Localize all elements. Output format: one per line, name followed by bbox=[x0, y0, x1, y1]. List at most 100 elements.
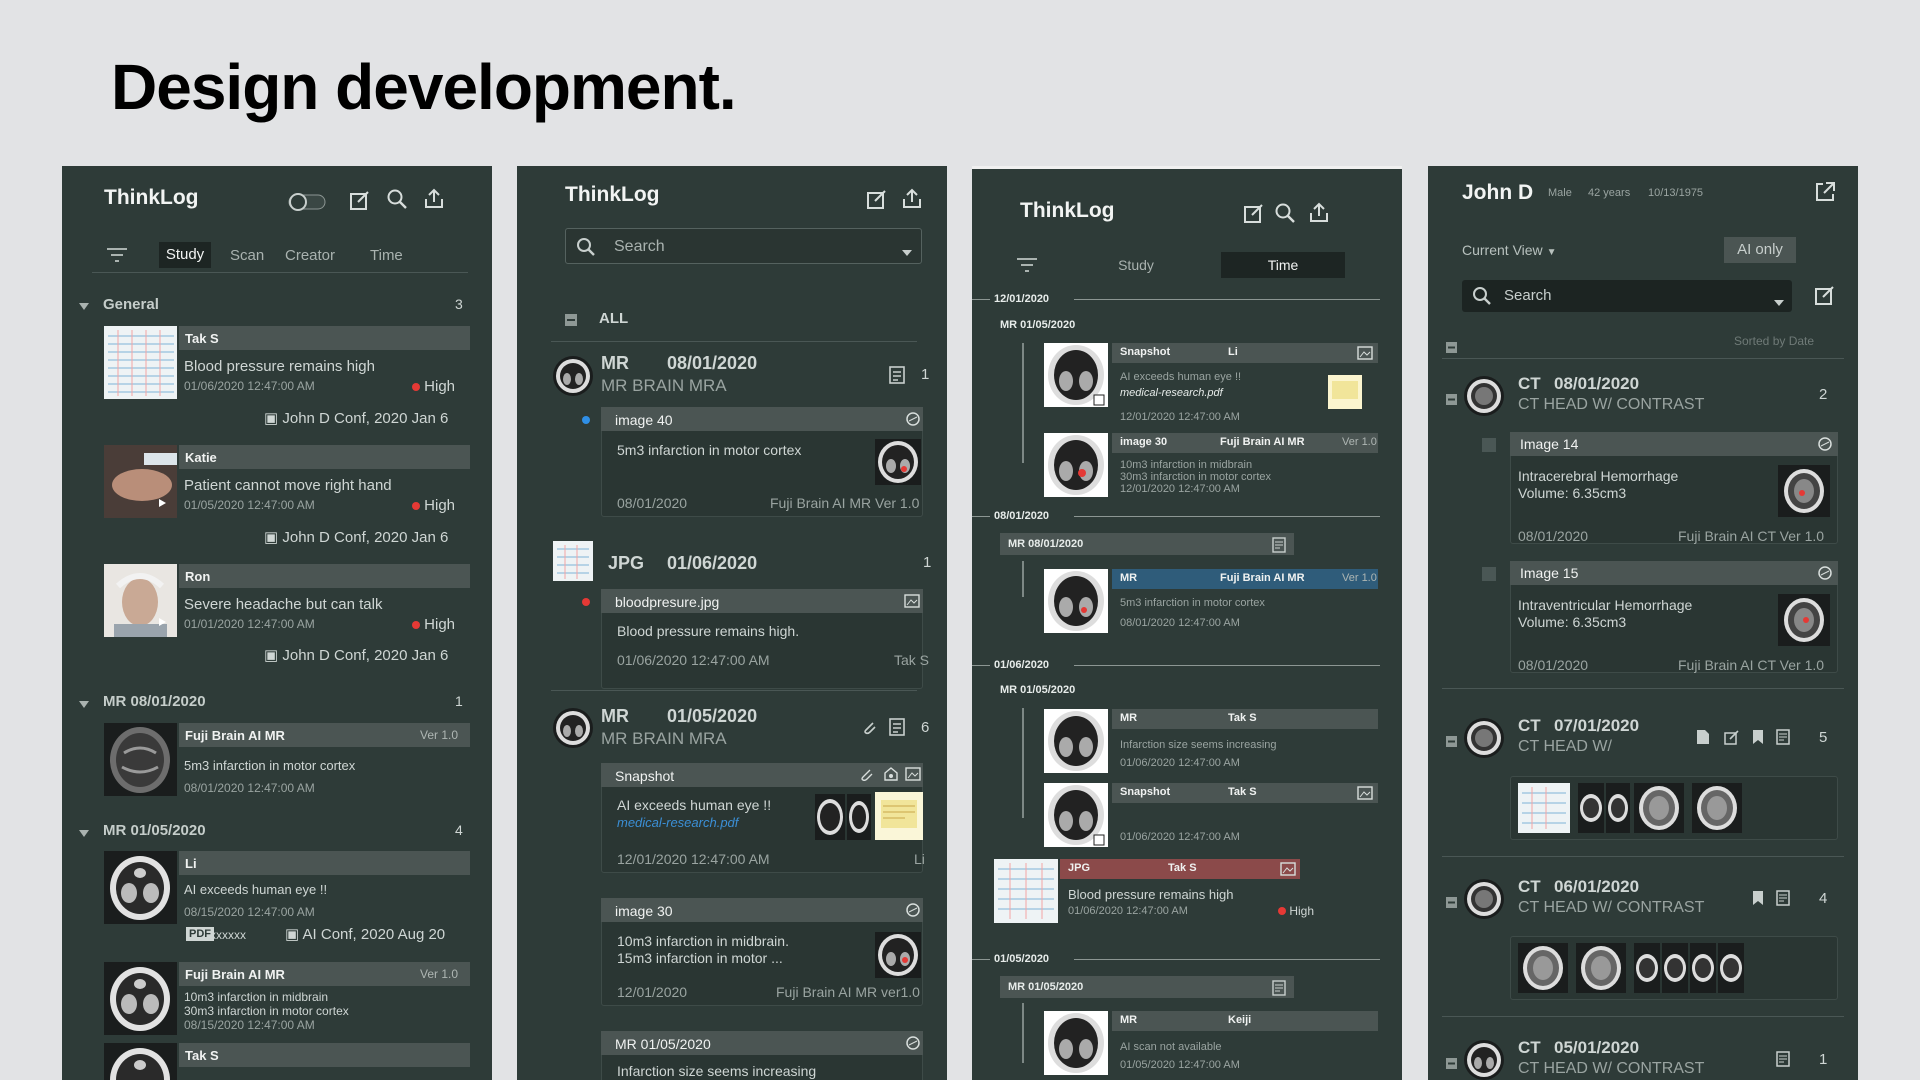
ct-thumbnail[interactable] bbox=[1606, 783, 1630, 833]
search-input[interactable]: Search bbox=[565, 228, 922, 264]
chevron-down-icon[interactable] bbox=[902, 243, 912, 259]
share-icon[interactable] bbox=[422, 187, 446, 214]
chevron-down-icon[interactable] bbox=[1774, 293, 1784, 309]
tab-time[interactable]: Time bbox=[370, 247, 403, 264]
sort-label[interactable]: Sorted by Date bbox=[1734, 334, 1814, 348]
ct-thumbnail[interactable] bbox=[1690, 943, 1716, 993]
collapse-icon[interactable] bbox=[1446, 895, 1457, 911]
ct-thumbnail[interactable] bbox=[1044, 709, 1108, 773]
collapse-icon[interactable] bbox=[78, 826, 90, 842]
tab-scan[interactable]: Scan bbox=[230, 247, 264, 264]
search-icon[interactable] bbox=[1274, 202, 1296, 227]
conference-link[interactable]: ▣ AI Conf, 2020 Aug 20 bbox=[285, 925, 445, 943]
entry-author[interactable]: Katie bbox=[179, 445, 470, 469]
toggle-icon[interactable] bbox=[288, 192, 326, 215]
entry-author[interactable]: Tak S bbox=[179, 1043, 470, 1067]
conference-link[interactable]: ▣ John D Conf, 2020 Jan 6 bbox=[264, 409, 448, 427]
document-thumbnail[interactable] bbox=[104, 326, 177, 399]
entry-author[interactable]: Li bbox=[179, 851, 470, 875]
ct-thumbnail[interactable] bbox=[847, 794, 871, 840]
edit-icon[interactable] bbox=[1242, 201, 1266, 228]
ct-thumbnail[interactable] bbox=[1778, 594, 1830, 646]
ct-thumbnail[interactable] bbox=[553, 708, 593, 748]
ct-thumbnail[interactable] bbox=[1576, 943, 1626, 993]
bookmark-icon[interactable] bbox=[1752, 890, 1764, 909]
ct-thumbnail[interactable] bbox=[1464, 879, 1504, 919]
ct-thumbnail[interactable] bbox=[1518, 943, 1568, 993]
current-view-dropdown[interactable]: Current View ▼ bbox=[1462, 242, 1556, 258]
ct-thumbnail[interactable] bbox=[1044, 343, 1108, 407]
ct-thumbnail[interactable] bbox=[875, 932, 921, 978]
ct-thumbnail[interactable] bbox=[1718, 943, 1744, 993]
edit-icon[interactable] bbox=[1724, 729, 1740, 748]
ct-thumbnail[interactable] bbox=[1464, 718, 1504, 758]
ct-thumbnail[interactable] bbox=[1044, 1011, 1108, 1075]
document-thumbnail[interactable] bbox=[553, 541, 593, 581]
tab-creator[interactable]: Creator bbox=[285, 247, 335, 264]
tab-study[interactable]: Study bbox=[1074, 252, 1198, 278]
collapse-icon[interactable] bbox=[1446, 392, 1457, 408]
document-thumbnail[interactable] bbox=[1518, 783, 1570, 833]
collapse-all-icon[interactable] bbox=[1446, 340, 1457, 356]
pdf-thumbnail[interactable] bbox=[1328, 375, 1362, 409]
share-icon[interactable] bbox=[1307, 201, 1331, 228]
report-icon[interactable] bbox=[889, 366, 905, 387]
edit-icon[interactable] bbox=[348, 188, 372, 215]
video-thumbnail[interactable] bbox=[104, 445, 177, 518]
ct-thumbnail[interactable] bbox=[1634, 783, 1684, 833]
video-thumbnail[interactable] bbox=[104, 564, 177, 637]
ct-thumbnail[interactable] bbox=[1044, 783, 1108, 847]
ct-thumbnail[interactable] bbox=[1692, 783, 1742, 833]
ct-thumbnail[interactable] bbox=[104, 1043, 177, 1080]
edit-icon[interactable] bbox=[1814, 284, 1836, 309]
ct-thumbnail[interactable] bbox=[1662, 943, 1688, 993]
entry-author[interactable]: Ron bbox=[179, 564, 470, 588]
mri-thumbnail[interactable] bbox=[104, 723, 177, 796]
ct-thumbnail[interactable] bbox=[1634, 943, 1660, 993]
entry-author[interactable]: Tak S bbox=[179, 326, 470, 350]
checkbox[interactable] bbox=[1482, 438, 1496, 455]
conference-link[interactable]: ▣ John D Conf, 2020 Jan 6 bbox=[264, 528, 448, 546]
report-icon[interactable] bbox=[1776, 890, 1790, 909]
collapse-icon[interactable] bbox=[1446, 1056, 1457, 1072]
attachment-icon[interactable] bbox=[861, 719, 877, 738]
report-icon[interactable] bbox=[1272, 980, 1286, 999]
ct-thumbnail[interactable] bbox=[1778, 465, 1830, 517]
search-input[interactable]: Search bbox=[1462, 280, 1792, 312]
ct-thumbnail[interactable] bbox=[815, 794, 845, 840]
attachment-link[interactable]: medical-research.pdf bbox=[617, 815, 738, 830]
document-thumbnail[interactable] bbox=[994, 859, 1058, 923]
document-icon[interactable] bbox=[1696, 729, 1710, 748]
report-icon[interactable] bbox=[1776, 729, 1790, 748]
report-icon[interactable] bbox=[1272, 537, 1286, 556]
ct-thumbnail[interactable] bbox=[104, 851, 177, 924]
ct-thumbnail[interactable] bbox=[1464, 1040, 1504, 1080]
bookmark-icon[interactable] bbox=[1752, 729, 1764, 748]
ct-thumbnail[interactable] bbox=[104, 962, 177, 1035]
ct-thumbnail[interactable] bbox=[875, 439, 921, 485]
ct-thumbnail[interactable] bbox=[553, 356, 593, 396]
ct-thumbnail[interactable] bbox=[1464, 376, 1504, 416]
share-icon[interactable] bbox=[900, 187, 924, 214]
collapse-icon[interactable] bbox=[78, 299, 90, 315]
external-link-icon[interactable] bbox=[1814, 181, 1836, 206]
collapse-icon[interactable] bbox=[1446, 734, 1457, 750]
ct-thumbnail[interactable] bbox=[1044, 569, 1108, 633]
pdf-thumbnail[interactable] bbox=[875, 792, 923, 840]
tab-study[interactable]: Study bbox=[159, 242, 211, 268]
report-icon[interactable] bbox=[1776, 1051, 1790, 1070]
ct-thumbnail[interactable] bbox=[1578, 783, 1604, 833]
ai-only-toggle[interactable]: AI only bbox=[1724, 237, 1796, 263]
report-icon[interactable] bbox=[889, 718, 905, 739]
ct-thumbnail[interactable] bbox=[1044, 433, 1108, 497]
attachment-link[interactable]: medical-research.pdf bbox=[1120, 387, 1223, 399]
attachment-name[interactable]: xxxxxx bbox=[210, 928, 246, 942]
edit-icon[interactable] bbox=[865, 187, 889, 214]
collapse-all-icon[interactable] bbox=[565, 313, 577, 329]
conference-link[interactable]: ▣ John D Conf, 2020 Jan 6 bbox=[264, 646, 448, 664]
all-label[interactable]: ALL bbox=[599, 310, 628, 327]
search-icon[interactable] bbox=[386, 188, 408, 213]
filter-icon[interactable] bbox=[1016, 257, 1038, 276]
checkbox[interactable] bbox=[1482, 567, 1496, 584]
filter-icon[interactable] bbox=[106, 247, 128, 266]
